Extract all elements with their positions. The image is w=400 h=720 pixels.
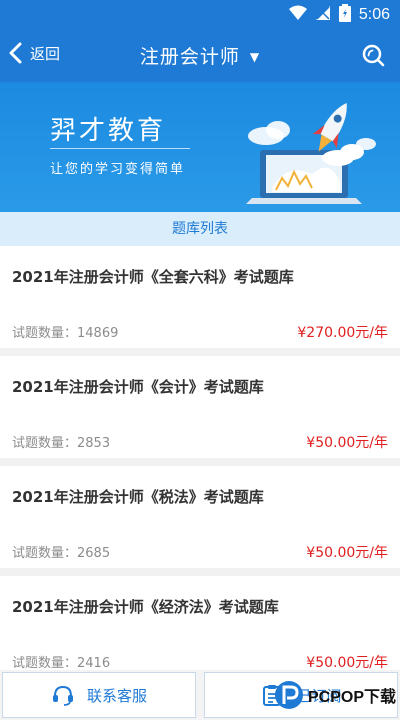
status-icons: 5:06: [288, 4, 390, 26]
item-count: 试题数量：2685: [12, 546, 111, 561]
battery-icon: [338, 4, 351, 26]
question-bank-list: 2021年注册会计师《全套六科》考试题库 试题数量：14869 ¥270.00元…: [0, 246, 400, 686]
caret-down-icon: ▼: [249, 50, 261, 64]
watermark: PCPOP下载: [274, 680, 396, 710]
signal-icon: [315, 5, 331, 25]
status-bar: 5:06: [0, 0, 400, 28]
item-price: ¥50.00元/年: [306, 545, 388, 561]
search-icon[interactable]: [360, 42, 386, 68]
list-item[interactable]: 2021年注册会计师《全套六科》考试题库 试题数量：14869 ¥270.00元…: [0, 246, 400, 356]
headset-icon: [52, 685, 73, 706]
list-item[interactable]: 2021年注册会计师《税法》考试题库 试题数量：2685 ¥50.00元/年: [0, 466, 400, 576]
item-count: 试题数量：2853: [12, 436, 111, 451]
item-title: 2021年注册会计师《经济法》考试题库: [12, 598, 279, 616]
pcpop-logo-icon: [274, 681, 303, 709]
item-price: ¥50.00元/年: [306, 655, 388, 671]
rocket-laptop-illustration: [246, 103, 376, 204]
slogan: 让您的学习变得简单: [50, 162, 186, 177]
contact-service-button[interactable]: 联系客服: [2, 672, 196, 718]
wifi-icon: [288, 5, 307, 25]
item-title: 2021年注册会计师《税法》考试题库: [12, 488, 264, 506]
nav-bar: 返回 注册会计师 ▼: [0, 28, 400, 82]
item-count: 试题数量：2416: [12, 656, 111, 671]
list-item[interactable]: 2021年注册会计师《会计》考试题库 试题数量：2853 ¥50.00元/年: [0, 356, 400, 466]
category-dropdown[interactable]: 注册会计师 ▼: [0, 42, 400, 69]
brand-name: 羿才教育: [50, 116, 167, 146]
watermark-text: PCPOP下载: [307, 689, 396, 706]
item-count: 试题数量：14869: [12, 326, 119, 341]
item-price: ¥50.00元/年: [306, 435, 388, 451]
item-title: 2021年注册会计师《会计》考试题库: [12, 378, 264, 396]
list-header: 题库列表: [0, 212, 400, 246]
contact-service-label: 联系客服: [86, 686, 147, 705]
promo-banner[interactable]: 羿才教育 让您的学习变得简单: [0, 82, 400, 212]
clock: 5:06: [358, 6, 390, 23]
item-title: 2021年注册会计师《全套六科》考试题库: [12, 268, 294, 286]
page-title: 注册会计师: [139, 46, 240, 68]
item-price: ¥270.00元/年: [297, 325, 388, 341]
divider: [50, 148, 190, 149]
